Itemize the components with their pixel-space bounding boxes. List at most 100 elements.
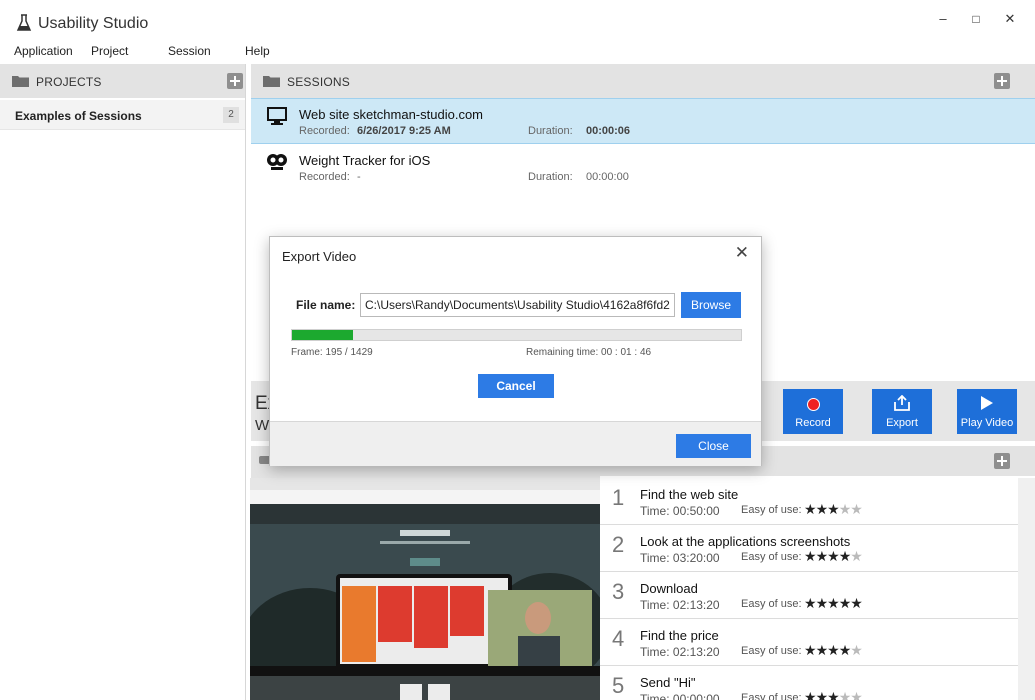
session-title: Web site sketchman-studio.com: [299, 107, 483, 122]
star-filled-icon: ★: [804, 595, 817, 611]
sessions-header: SESSIONS: [251, 64, 1035, 98]
star-empty-icon: ★: [850, 548, 863, 564]
task-time: Time: 00:50:00: [640, 504, 720, 518]
menu-help[interactable]: Help: [245, 44, 270, 58]
star-empty-icon: ★: [838, 501, 852, 517]
export-progress-bar: [291, 329, 742, 341]
star-filled-icon: ★: [815, 689, 829, 700]
record-icon: [807, 398, 820, 411]
window-close-button[interactable]: ✕: [1000, 10, 1020, 28]
export-icon: [894, 395, 910, 411]
task-number: 2: [612, 532, 625, 557]
play-video-label: Play Video: [960, 417, 1014, 429]
star-filled-icon: ★: [838, 595, 852, 611]
task-number: 1: [612, 485, 625, 510]
task-list-scrollbar[interactable]: [1018, 478, 1035, 700]
dialog-close-icon[interactable]: ✕: [735, 243, 749, 263]
task-item[interactable]: 3 Download Time: 02:13:20 Easy of use: ★…: [600, 572, 1018, 619]
file-name-label: File name:: [296, 298, 356, 312]
star-filled-icon: ★: [850, 595, 863, 611]
star-filled-icon: ★: [815, 595, 829, 611]
task-item[interactable]: 5 Send "Hi" Time: 00:00:00 Easy of use: …: [600, 666, 1018, 700]
task-ease-label: Easy of use:: [741, 692, 802, 700]
project-count-badge: 2: [223, 107, 239, 123]
session-detail-subtitle: W: [255, 417, 270, 434]
menu-application[interactable]: Application: [14, 44, 73, 58]
play-video-button[interactable]: Play Video: [957, 389, 1017, 434]
session-row[interactable]: Weight Tracker for iOS Recorded: - Durat…: [251, 145, 1035, 191]
export-label: Export: [886, 417, 918, 429]
file-name-input[interactable]: [360, 293, 675, 317]
task-name: Look at the applications screenshots: [640, 534, 851, 549]
task-list: 1 Find the web site Time: 00:50:00 Easy …: [600, 478, 1018, 700]
menu-bar: Application Project Session Help: [0, 42, 1035, 62]
task-ease-label: Easy of use:: [741, 551, 802, 563]
duration-value: 00:00:00: [586, 171, 629, 183]
star-rating: ★★★★★: [804, 642, 863, 659]
task-ease-label: Easy of use:: [741, 598, 802, 610]
task-name: Find the price: [640, 628, 719, 643]
add-project-button[interactable]: [227, 73, 243, 89]
task-name: Find the web site: [640, 487, 739, 502]
task-ease-label: Easy of use:: [741, 645, 802, 657]
app-logo-icon: [16, 14, 32, 31]
task-ease-label: Easy of use:: [741, 504, 802, 516]
folder-icon: [263, 76, 280, 87]
export-video-dialog: Export Video ✕ File name: Browse Frame: …: [269, 236, 762, 466]
star-filled-icon: ★: [815, 501, 829, 517]
menu-session[interactable]: Session: [168, 44, 211, 58]
monitor-icon: [267, 107, 287, 125]
webcam-icon: [267, 154, 287, 170]
duration-label: Duration:: [528, 171, 573, 183]
minimize-button[interactable]: –: [933, 10, 953, 28]
star-empty-icon: ★: [850, 689, 863, 700]
star-empty-icon: ★: [850, 642, 863, 658]
export-button[interactable]: Export: [872, 389, 932, 434]
task-time: Time: 03:20:00: [640, 551, 720, 565]
star-rating: ★★★★★: [804, 548, 863, 565]
record-button[interactable]: Record: [783, 389, 843, 434]
export-progress-fill: [292, 330, 354, 340]
cancel-button[interactable]: Cancel: [478, 374, 554, 398]
star-filled-icon: ★: [827, 642, 840, 658]
video-frame-image: [250, 478, 600, 700]
play-icon: [981, 396, 993, 410]
task-item[interactable]: 2 Look at the applications screenshots T…: [600, 525, 1018, 572]
star-rating: ★★★★★: [804, 689, 863, 700]
star-filled-icon: ★: [804, 689, 817, 700]
task-time: Time: 02:13:20: [640, 598, 720, 612]
projects-panel: PROJECTS Examples of Sessions 2: [0, 64, 246, 700]
duration-value: 00:00:06: [586, 125, 631, 137]
star-rating: ★★★★★: [804, 595, 863, 612]
menu-project[interactable]: Project: [91, 44, 128, 58]
star-empty-icon: ★: [838, 689, 852, 700]
session-row[interactable]: Web site sketchman-studio.com Recorded: …: [251, 98, 1035, 144]
remaining-time: Remaining time: 00 : 01 : 46: [526, 347, 652, 358]
star-filled-icon: ★: [804, 501, 817, 517]
star-filled-icon: ★: [804, 548, 817, 564]
recorded-value: -: [357, 171, 361, 183]
star-filled-icon: ★: [827, 689, 840, 700]
close-button[interactable]: Close: [676, 434, 751, 458]
task-item[interactable]: 4 Find the price Time: 02:13:20 Easy of …: [600, 619, 1018, 666]
star-filled-icon: ★: [815, 642, 829, 658]
star-empty-icon: ★: [850, 501, 863, 517]
frame-counter: Frame: 195 / 1429: [291, 347, 373, 358]
projects-header: PROJECTS: [0, 64, 245, 98]
add-task-button[interactable]: [994, 453, 1010, 469]
browse-button[interactable]: Browse: [681, 292, 741, 318]
video-preview[interactable]: [250, 478, 600, 700]
task-item[interactable]: 1 Find the web site Time: 00:50:00 Easy …: [600, 478, 1018, 525]
star-filled-icon: ★: [827, 501, 840, 517]
star-filled-icon: ★: [838, 548, 852, 564]
title-bar: Usability Studio – □ ✕: [0, 0, 1035, 40]
dialog-title: Export Video: [282, 249, 357, 264]
project-item[interactable]: Examples of Sessions 2: [0, 100, 245, 130]
task-number: 5: [612, 673, 625, 698]
maximize-button[interactable]: □: [966, 10, 986, 28]
add-session-button[interactable]: [994, 73, 1010, 89]
session-title: Weight Tracker for iOS: [299, 153, 431, 168]
project-name: Examples of Sessions: [15, 109, 142, 123]
task-time: Time: 02:13:20: [640, 645, 720, 659]
recorded-label: Recorded:: [299, 125, 350, 137]
